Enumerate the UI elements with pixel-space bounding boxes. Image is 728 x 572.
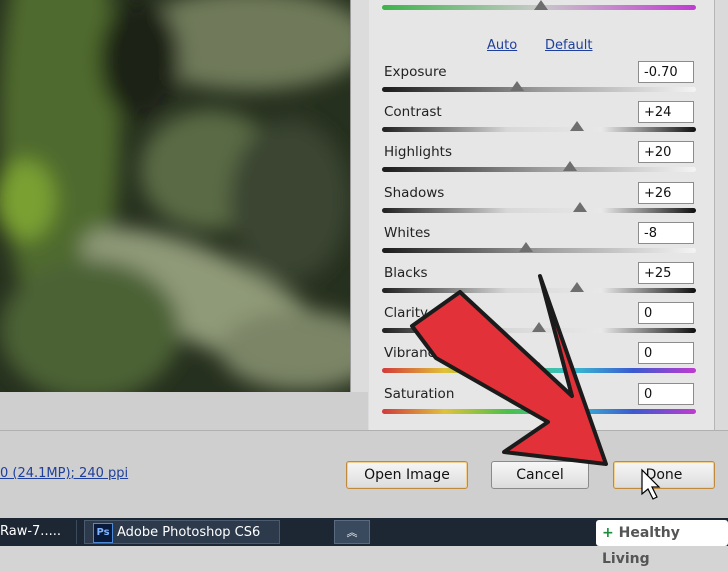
watermark-text: Healthy Living — [602, 525, 680, 567]
adjustment-slider-thumb[interactable] — [563, 161, 577, 171]
adjustment-slider-track[interactable] — [382, 248, 696, 253]
adjustment-label: Saturation — [384, 386, 455, 402]
adjustment-label: Exposure — [384, 64, 447, 80]
adjustment-slider-thumb[interactable] — [573, 202, 587, 212]
adjustment-value-input[interactable] — [638, 383, 694, 405]
adjustment-label: Shadows — [384, 185, 445, 201]
adjustment-slider-thumb[interactable] — [532, 322, 546, 332]
default-link[interactable]: Default — [545, 38, 593, 53]
adjustment-label: Clarity — [384, 305, 429, 321]
preview-footer — [0, 392, 368, 430]
adjustment-slider-thumb[interactable] — [570, 121, 584, 131]
chevron-up-icon: ︽ — [346, 526, 358, 539]
adjustment-slider-thumb[interactable] — [532, 403, 546, 413]
adjustment-slider-track[interactable] — [382, 208, 696, 213]
taskbar-item-raw[interactable]: Raw-7..... — [0, 520, 77, 544]
done-button[interactable]: Done — [613, 461, 715, 489]
adjustment-value-input[interactable] — [638, 61, 694, 83]
adjustment-value-input[interactable] — [638, 302, 694, 324]
auto-link[interactable]: Auto — [487, 38, 517, 53]
adjustment-slider-track[interactable] — [382, 288, 696, 293]
preview-divider — [350, 0, 369, 430]
open-image-button[interactable]: Open Image — [346, 461, 468, 489]
adjustment-slider-track[interactable] — [382, 127, 696, 132]
temperature-slider[interactable] — [382, 0, 696, 16]
adjustment-slider-track[interactable] — [382, 87, 696, 92]
taskbar-item-raw-label: Raw-7..... — [0, 524, 61, 539]
photo-preview — [0, 0, 350, 392]
adjustment-label: Blacks — [384, 265, 428, 281]
adjustment-value-input[interactable] — [638, 101, 694, 123]
taskbar-expand-button[interactable]: ︽ — [334, 520, 370, 544]
adjustment-label: Highlights — [384, 144, 452, 160]
adjustment-label: Vibrance — [384, 345, 444, 361]
adjustment-slider-thumb[interactable] — [532, 362, 546, 372]
preview-image — [0, 0, 350, 392]
adjustment-label: Whites — [384, 225, 431, 241]
adjustment-slider-thumb[interactable] — [510, 81, 524, 91]
taskbar-item-photoshop-label: Adobe Photoshop CS6 — [117, 525, 261, 540]
cancel-button[interactable]: Cancel — [491, 461, 589, 489]
adjustment-value-input[interactable] — [638, 262, 694, 284]
adjustment-value-input[interactable] — [638, 342, 694, 364]
adjustment-value-input[interactable] — [638, 222, 694, 244]
adjustment-slider-thumb[interactable] — [570, 282, 584, 292]
watermark-plus-icon: + — [602, 525, 614, 541]
image-info-link[interactable]: 0 (24.1MP); 240 ppi — [0, 466, 128, 481]
taskbar-item-photoshop[interactable]: Ps Adobe Photoshop CS6 — [84, 520, 280, 544]
adjustment-label: Contrast — [384, 104, 442, 120]
adjustment-value-input[interactable] — [638, 182, 694, 204]
panel-scrollbar[interactable] — [714, 0, 728, 430]
photoshop-icon: Ps — [93, 523, 113, 543]
healthy-living-watermark: + Healthy Living — [596, 520, 728, 567]
adjustment-slider-track[interactable] — [382, 167, 696, 172]
adjustment-slider-thumb[interactable] — [519, 242, 533, 252]
adjustment-value-input[interactable] — [638, 141, 694, 163]
